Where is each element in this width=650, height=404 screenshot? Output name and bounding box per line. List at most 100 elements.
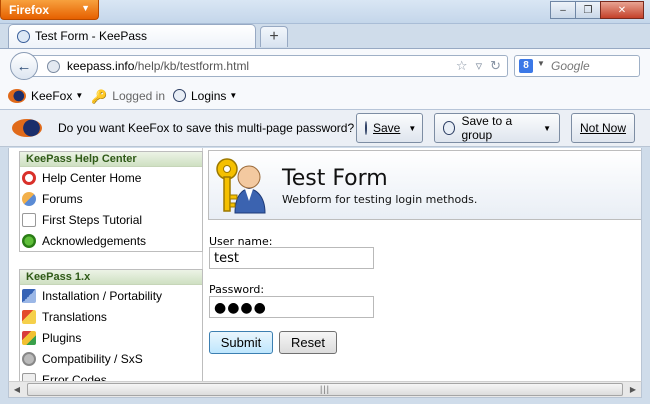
lock-icon [443,121,456,135]
keefox-toolbar: KeeFox ▼ 🔑 Logged in Logins ▼ [0,82,650,110]
keefox-status: 🔑 Logged in [91,88,165,104]
help-sidebar: KeePass Help Center Help Center Home For… [9,148,203,381]
save-to-group-button[interactable]: Save to a group ▼ [434,113,560,143]
sidebar-item-label: Translations [42,309,107,324]
globe-icon [47,60,60,73]
sidebar-item-installation[interactable]: Installation / Portability [20,285,202,306]
tab-test-form[interactable]: Test Form - KeePass [8,24,256,48]
firefox-menu-button[interactable]: Firefox ▼ [0,0,99,20]
save-password-notification: Do you want KeeFox to save this multi-pa… [0,110,650,147]
url-bar[interactable]: keepass.info/help/kb/testform.html ☆ ▿ ↻ [32,55,508,77]
password-field[interactable]: ●●●● [209,296,374,318]
document-icon [22,212,36,227]
back-button[interactable]: ← [10,52,38,80]
username-field[interactable]: test [209,247,374,269]
scrollbar-thumb[interactable]: ||| [27,383,623,396]
maximize-button[interactable]: ❐ [575,1,601,19]
main-content: Test Form Webform for testing login meth… [208,148,641,381]
close-window-button[interactable]: ✕ [600,1,644,19]
error-codes-icon [22,372,36,381]
page-title: Test Form [282,166,388,191]
save-to-group-label: Save to a group [461,114,513,142]
search-input[interactable]: 8 ▼ Google [514,55,640,77]
page-header: Test Form Webform for testing login meth… [208,150,641,220]
lifebuoy-icon [22,170,36,185]
url-bar-icons: ☆ ▿ ↻ [456,58,501,74]
password-label: Password: [209,283,265,296]
lock-icon [173,89,186,102]
google-search-engine-icon[interactable]: 8 [519,59,533,73]
sidebar-item-label: First Steps Tutorial [42,212,143,227]
sidebar-item-help-center-home[interactable]: Help Center Home [20,167,202,188]
save-label: Save [373,121,401,135]
sidebar-item-first-steps[interactable]: First Steps Tutorial [20,209,202,230]
sidebar-item-plugins[interactable]: Plugins [20,327,202,348]
sidebar-section-keepass-1x: KeePass 1.x Installation / Portability T… [19,269,203,381]
url-host: keepass.info [67,59,135,73]
sidebar-item-translations[interactable]: Translations [20,306,202,327]
users-icon [22,191,36,206]
sidebar-section-help-center: KeePass Help Center Help Center Home For… [19,151,203,252]
url-path: /help/kb/testform.html [134,59,250,73]
install-icon [22,288,36,303]
not-now-button[interactable]: Not Now [571,113,635,143]
minimize-button[interactable]: ‒ [550,1,576,19]
logins-menu-button[interactable]: Logins ▼ [173,89,237,103]
horizontal-scrollbar[interactable]: ◀ ||| ▶ [8,381,642,398]
chevron-down-icon: ▼ [229,91,238,100]
award-icon [22,233,36,248]
status-label: Logged in [112,88,165,103]
sidebar-item-compatibility[interactable]: Compatibility / SxS [20,348,202,369]
sidebar-item-label: Plugins [42,330,82,345]
page-subtitle: Webform for testing login methods. [282,193,478,206]
key-icon: 🔑 [91,88,108,104]
keefox-icon [8,88,26,103]
page-content: KeePass Help Center Help Center Home For… [8,148,642,381]
save-button[interactable]: Save ▼ [356,113,423,143]
submit-button[interactable]: Submit [209,331,273,354]
compatibility-icon [22,351,36,366]
sidebar-item-label: Compatibility / SxS [42,351,143,366]
keefox-menu-button[interactable]: KeeFox ▼ [8,88,84,103]
sidebar-item-label: Error Codes [42,372,107,382]
scroll-left-icon[interactable]: ◀ [9,382,25,397]
chevron-down-icon: ▼ [543,123,551,133]
chevron-down-icon: ▼ [75,91,84,100]
scroll-right-icon[interactable]: ▶ [625,382,641,397]
keefox-label: KeeFox [31,88,73,103]
lock-icon [365,121,367,135]
history-dropdown-icon[interactable]: ▿ [476,58,483,74]
navigation-bar: keepass.info/help/kb/testform.html ☆ ▿ ↻… [0,48,650,82]
translations-icon [22,309,36,324]
new-tab-button[interactable]: + [260,26,288,47]
sidebar-section-title: KeePass Help Center [20,152,202,167]
title-bar: Firefox ▼ ‒ ❐ ✕ [0,0,650,24]
sidebar-section-title: KeePass 1.x [20,270,202,285]
sidebar-item-forums[interactable]: Forums [20,188,202,209]
plugins-icon [22,330,36,345]
tab-strip: Test Form - KeePass + [0,24,650,48]
back-arrow-icon: ← [16,57,32,75]
keepass-user-key-icon [216,158,266,214]
sidebar-item-label: Acknowledgements [42,233,147,248]
keepass-favicon-icon [17,30,30,43]
sidebar-item-label: Forums [42,191,83,206]
bookmark-star-icon[interactable]: ☆ [456,58,468,74]
reload-icon[interactable]: ↻ [490,58,501,74]
sidebar-item-label: Help Center Home [42,170,142,185]
reset-button[interactable]: Reset [279,331,337,354]
notification-message: Do you want KeeFox to save this multi-pa… [58,121,355,135]
sidebar-item-acknowledgements[interactable]: Acknowledgements [20,230,202,251]
logins-label: Logins [191,88,227,103]
tab-title: Test Form - KeePass [35,29,148,43]
chevron-down-icon: ▼ [408,123,417,133]
chevron-down-icon: ▼ [81,3,90,13]
sidebar-item-label: Installation / Portability [42,288,163,303]
window-controls: ‒ ❐ ✕ [550,1,644,19]
search-placeholder: Google [551,59,590,73]
chevron-down-icon: ▼ [537,59,545,68]
firefox-menu-label: Firefox [9,3,50,17]
not-now-label: Not Now [580,121,627,135]
keefox-icon [12,119,42,137]
sidebar-item-error-codes[interactable]: Error Codes [20,369,202,381]
